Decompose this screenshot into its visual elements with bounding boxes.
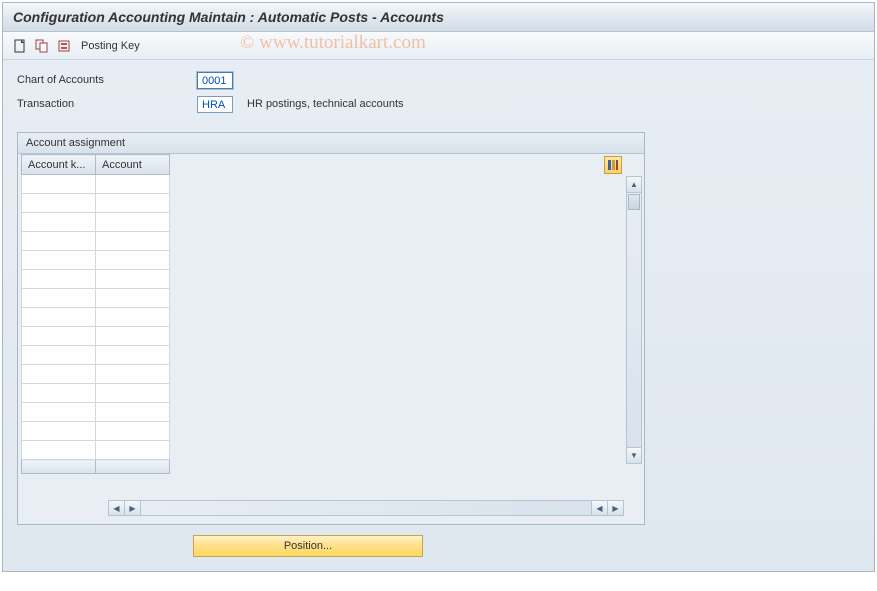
cell-key[interactable]	[22, 213, 96, 232]
page-title: Configuration Accounting Maintain : Auto…	[13, 9, 444, 25]
grid-header-row: Account k... Account	[22, 155, 170, 175]
table-row[interactable]	[22, 422, 170, 441]
table-row[interactable]	[22, 327, 170, 346]
cell-account[interactable]	[96, 403, 170, 422]
scroll-track[interactable]	[627, 211, 641, 447]
main-window: Configuration Accounting Maintain : Auto…	[2, 2, 875, 572]
toolbar: Posting Key	[3, 32, 874, 60]
table-row[interactable]	[22, 441, 170, 460]
table-row[interactable]	[22, 232, 170, 251]
delete-icon[interactable]	[55, 37, 73, 55]
grid-wrapper: Account k... Account	[18, 154, 644, 494]
chart-of-accounts-field[interactable]: 0001	[197, 72, 233, 89]
cell-account[interactable]	[96, 308, 170, 327]
table-row[interactable]	[22, 270, 170, 289]
cell-account[interactable]	[96, 270, 170, 289]
table-row[interactable]	[22, 346, 170, 365]
position-button[interactable]: Position...	[193, 535, 423, 557]
panel-header: Account assignment	[18, 133, 644, 154]
scroll-up-button[interactable]: ▲	[627, 177, 641, 193]
cell-account[interactable]	[96, 251, 170, 270]
chart-of-accounts-label: Chart of Accounts	[17, 74, 197, 86]
cell-key[interactable]	[22, 251, 96, 270]
scroll-left-button[interactable]: ◀	[109, 501, 125, 515]
cell-account[interactable]	[96, 327, 170, 346]
table-row[interactable]	[22, 175, 170, 194]
scroll-down-button[interactable]: ▼	[627, 447, 641, 463]
table-config-icon[interactable]	[604, 156, 622, 174]
transaction-description: HR postings, technical accounts	[247, 98, 404, 110]
vertical-scrollbar[interactable]: ▲ ▼	[626, 176, 642, 464]
cell-key[interactable]	[22, 175, 96, 194]
chart-of-accounts-row: Chart of Accounts 0001	[17, 70, 860, 90]
table-row[interactable]	[22, 289, 170, 308]
cell-key[interactable]	[22, 270, 96, 289]
cell-key[interactable]	[22, 365, 96, 384]
cell-account[interactable]	[96, 441, 170, 460]
copy-icon[interactable]	[33, 37, 51, 55]
panel-body: Account k... Account	[18, 154, 644, 524]
table-row[interactable]	[22, 194, 170, 213]
cell-key[interactable]	[22, 384, 96, 403]
cell-key[interactable]	[22, 327, 96, 346]
cell-key[interactable]	[22, 289, 96, 308]
posting-key-button[interactable]: Posting Key	[81, 40, 140, 52]
table-row[interactable]	[22, 213, 170, 232]
table-row[interactable]	[22, 403, 170, 422]
cell-account[interactable]	[96, 365, 170, 384]
grid-body	[22, 175, 170, 474]
cell-key[interactable]	[22, 308, 96, 327]
cell-account[interactable]	[96, 422, 170, 441]
scroll-right-button[interactable]: ▶	[607, 501, 623, 515]
table-row[interactable]	[22, 251, 170, 270]
cell-account[interactable]	[96, 384, 170, 403]
cell-account[interactable]	[96, 194, 170, 213]
hscroll-track[interactable]	[141, 501, 591, 515]
scroll-right2-button[interactable]: ◀	[591, 501, 607, 515]
cell-key[interactable]	[22, 422, 96, 441]
form-area: Chart of Accounts 0001 Transaction HRA H…	[3, 60, 874, 124]
account-assignment-panel: Account assignment Account k... Account	[17, 132, 645, 525]
cell-key[interactable]	[22, 441, 96, 460]
new-icon[interactable]	[11, 37, 29, 55]
col-account[interactable]: Account	[96, 155, 170, 175]
cell-key[interactable]	[22, 346, 96, 365]
transaction-label: Transaction	[17, 98, 197, 110]
scroll-left2-button[interactable]: ▶	[125, 501, 141, 515]
table-row[interactable]	[22, 365, 170, 384]
cell-account[interactable]	[96, 289, 170, 308]
cell-account[interactable]	[96, 175, 170, 194]
table-row[interactable]	[22, 308, 170, 327]
transaction-field[interactable]: HRA	[197, 96, 233, 113]
account-grid: Account k... Account	[21, 154, 170, 474]
col-account-key[interactable]: Account k...	[22, 155, 96, 175]
cell-key[interactable]	[22, 194, 96, 213]
cell-account[interactable]	[96, 213, 170, 232]
cell-key[interactable]	[22, 232, 96, 251]
table-row[interactable]	[22, 384, 170, 403]
cell-account[interactable]	[96, 346, 170, 365]
transaction-row: Transaction HRA HR postings, technical a…	[17, 94, 860, 114]
cell-key[interactable]	[22, 403, 96, 422]
title-bar: Configuration Accounting Maintain : Auto…	[3, 3, 874, 32]
grid-footer-row	[22, 460, 170, 474]
horizontal-scrollbar[interactable]: ◀ ▶ ◀ ▶	[108, 500, 624, 516]
cell-account[interactable]	[96, 232, 170, 251]
scroll-thumb[interactable]	[628, 194, 640, 210]
